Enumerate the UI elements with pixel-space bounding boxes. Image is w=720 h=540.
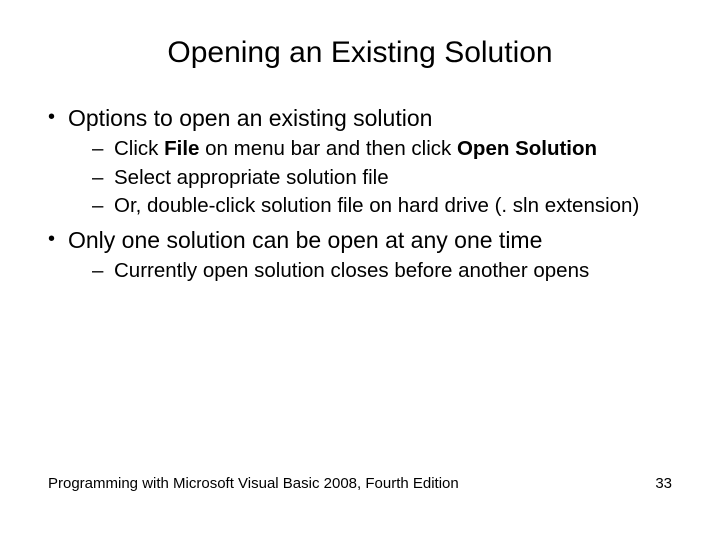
bullet-1-sub-2: Select appropriate solution file <box>92 165 680 192</box>
bullet-2-sub-1: Currently open solution closes before an… <box>92 258 680 285</box>
bullet-1-text: Options to open an existing solution <box>68 105 432 131</box>
bold-file: File <box>164 137 199 160</box>
page-number: 33 <box>655 475 672 492</box>
bullet-list: Options to open an existing solution Cli… <box>46 104 680 284</box>
bullet-1-sub-3: Or, double-click solution file on hard d… <box>92 193 680 220</box>
bullet-1-sub: Click File on menu bar and then click Op… <box>92 136 680 220</box>
footer-left: Programming with Microsoft Visual Basic … <box>48 475 459 492</box>
bullet-1-sub-1: Click File on menu bar and then click Op… <box>92 136 680 163</box>
bullet-1: Options to open an existing solution Cli… <box>46 104 680 220</box>
bullet-2: Only one solution can be open at any one… <box>46 226 680 285</box>
bullet-2-text: Only one solution can be open at any one… <box>68 227 542 253</box>
bullet-2-sub: Currently open solution closes before an… <box>92 258 680 285</box>
bold-open-solution: Open Solution <box>457 137 597 160</box>
footer: Programming with Microsoft Visual Basic … <box>48 475 672 492</box>
slide-title: Opening an Existing Solution <box>40 36 680 70</box>
text: Click <box>114 137 164 160</box>
text: on menu bar and then click <box>199 137 457 160</box>
